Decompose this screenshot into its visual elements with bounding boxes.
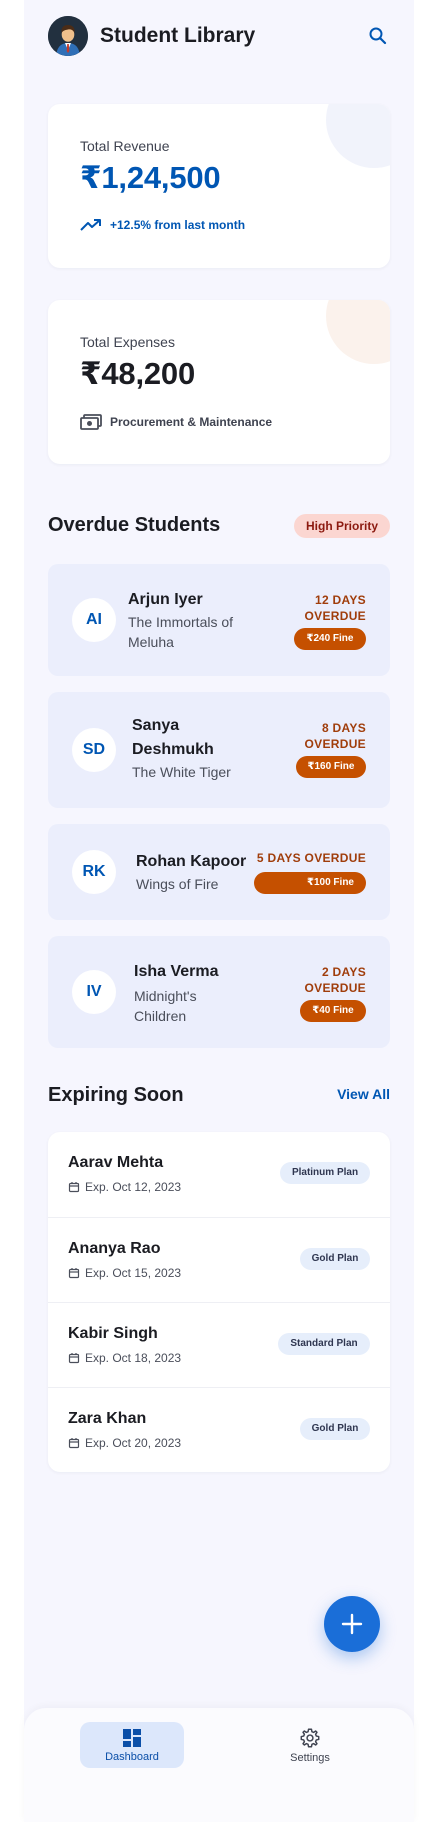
bottom-navigation: Dashboard Settings	[24, 1708, 414, 1822]
list-item[interactable]: Aarav Mehta Exp. Oct 12, 2023 Platinum P…	[48, 1132, 390, 1217]
gear-icon	[300, 1728, 320, 1747]
calendar-icon	[68, 1353, 80, 1364]
decorative-blob	[326, 300, 390, 364]
revenue-trend: +12.5% from last month	[80, 218, 245, 232]
fine-badge: ₹100 Fine	[254, 872, 366, 894]
plan-badge: Gold Plan	[300, 1418, 370, 1440]
overdue-student-card[interactable]: RK Rohan Kapoor Wings of Fire 5 DAYS OVE…	[48, 824, 390, 920]
total-revenue-card[interactable]: Total Revenue ₹1,24,500 +12.5% from last…	[48, 104, 390, 268]
nav-dashboard[interactable]: Dashboard	[80, 1722, 184, 1768]
student-name: Sanya Deshmukh	[132, 717, 214, 758]
student-initials-avatar: RK	[72, 850, 116, 894]
total-expenses-card[interactable]: Total Expenses ₹48,200 Procurement & Mai…	[48, 300, 390, 464]
add-button[interactable]	[324, 1596, 380, 1652]
book-title: Midnight's Children	[134, 988, 197, 1024]
revenue-label: Total Revenue	[80, 138, 170, 154]
member-name: Ananya Rao	[68, 1240, 161, 1257]
expiry-date-text: Exp. Oct 12, 2023	[85, 1180, 182, 1194]
overdue-student-card[interactable]: IV Isha Verma Midnight's Children 2 DAYS…	[48, 936, 390, 1048]
trending-up-icon	[80, 219, 101, 231]
overdue-days: 5 DAYS OVERDUE	[256, 851, 366, 865]
overdue-days: 12 DAYS OVERDUE	[304, 593, 366, 623]
expiry-date: Exp. Oct 12, 2023	[68, 1180, 181, 1194]
fine-badge: ₹40 Fine	[300, 1000, 366, 1022]
calendar-icon	[68, 1438, 80, 1449]
plan-badge: Platinum Plan	[280, 1162, 370, 1184]
cash-icon	[80, 414, 102, 430]
overdue-days: 2 DAYS OVERDUE	[304, 965, 366, 995]
student-name: Arjun Iyer	[128, 591, 203, 608]
overdue-student-card[interactable]: AI Arjun Iyer The Immortals of Meluha 12…	[48, 564, 390, 676]
calendar-icon	[68, 1182, 80, 1193]
expiry-date-text: Exp. Oct 20, 2023	[85, 1436, 182, 1450]
student-name: Isha Verma	[134, 963, 219, 980]
overdue-student-card[interactable]: SD Sanya Deshmukh The White Tiger 8 DAYS…	[48, 692, 390, 808]
expiry-date: Exp. Oct 15, 2023	[68, 1266, 181, 1280]
expenses-value: ₹48,200	[80, 356, 195, 391]
expiry-date-text: Exp. Oct 15, 2023	[85, 1266, 182, 1280]
nav-label: Dashboard	[105, 1750, 159, 1763]
user-avatar[interactable]	[48, 16, 88, 56]
overdue-days: 8 DAYS OVERDUE	[304, 721, 366, 751]
overdue-section-title: Overdue Students	[48, 514, 221, 536]
fine-badge: ₹240 Fine	[294, 628, 366, 650]
decorative-blob	[326, 104, 390, 168]
expiring-section-title: Expiring Soon	[48, 1084, 184, 1106]
app-title: Student Library	[100, 24, 256, 47]
priority-badge: High Priority	[293, 514, 390, 538]
list-item[interactable]: Kabir Singh Exp. Oct 18, 2023 Standard P…	[48, 1302, 390, 1387]
book-title: The Immortals of Meluha	[128, 614, 234, 650]
book-title: Wings of Fire	[136, 876, 219, 892]
plan-badge: Standard Plan	[278, 1333, 370, 1355]
nav-settings[interactable]: Settings	[258, 1722, 362, 1768]
list-item[interactable]: Zara Khan Exp. Oct 20, 2023 Gold Plan	[48, 1387, 390, 1472]
expiry-date: Exp. Oct 18, 2023	[68, 1351, 181, 1365]
student-initials-avatar: IV	[72, 970, 116, 1014]
list-item[interactable]: Ananya Rao Exp. Oct 15, 2023 Gold Plan	[48, 1217, 390, 1302]
member-name: Aarav Mehta	[68, 1154, 164, 1171]
expenses-note: Procurement & Maintenance	[80, 414, 272, 430]
search-button[interactable]	[366, 24, 390, 48]
top-app-bar: Student Library	[48, 16, 390, 56]
revenue-trend-text: +12.5% from last month	[110, 218, 246, 232]
student-name: Rohan Kapoor	[136, 853, 247, 870]
plan-badge: Gold Plan	[300, 1248, 370, 1270]
app-screen: Student Library Total Revenue ₹1,24,500 …	[24, 0, 414, 1822]
book-title: The White Tiger	[132, 764, 231, 780]
expiring-members-list: Aarav Mehta Exp. Oct 12, 2023 Platinum P…	[48, 1132, 390, 1472]
member-name: Kabir Singh	[68, 1325, 158, 1342]
revenue-value: ₹1,24,500	[80, 160, 221, 195]
student-initials-avatar: SD	[72, 728, 116, 772]
member-name: Zara Khan	[68, 1410, 147, 1427]
search-icon	[369, 27, 387, 45]
calendar-icon	[68, 1268, 80, 1279]
expenses-note-text: Procurement & Maintenance	[110, 415, 273, 429]
expenses-label: Total Expenses	[80, 334, 175, 350]
view-all-link[interactable]: View All	[337, 1086, 390, 1102]
student-initials-avatar: AI	[72, 598, 116, 642]
expiry-date-text: Exp. Oct 18, 2023	[85, 1351, 182, 1365]
dashboard-icon	[123, 1728, 141, 1747]
expiry-date: Exp. Oct 20, 2023	[68, 1436, 181, 1450]
fine-badge: ₹160 Fine	[296, 756, 366, 778]
plus-icon	[341, 1613, 363, 1635]
nav-label: Settings	[290, 1751, 330, 1764]
avatar-icon	[48, 16, 88, 56]
